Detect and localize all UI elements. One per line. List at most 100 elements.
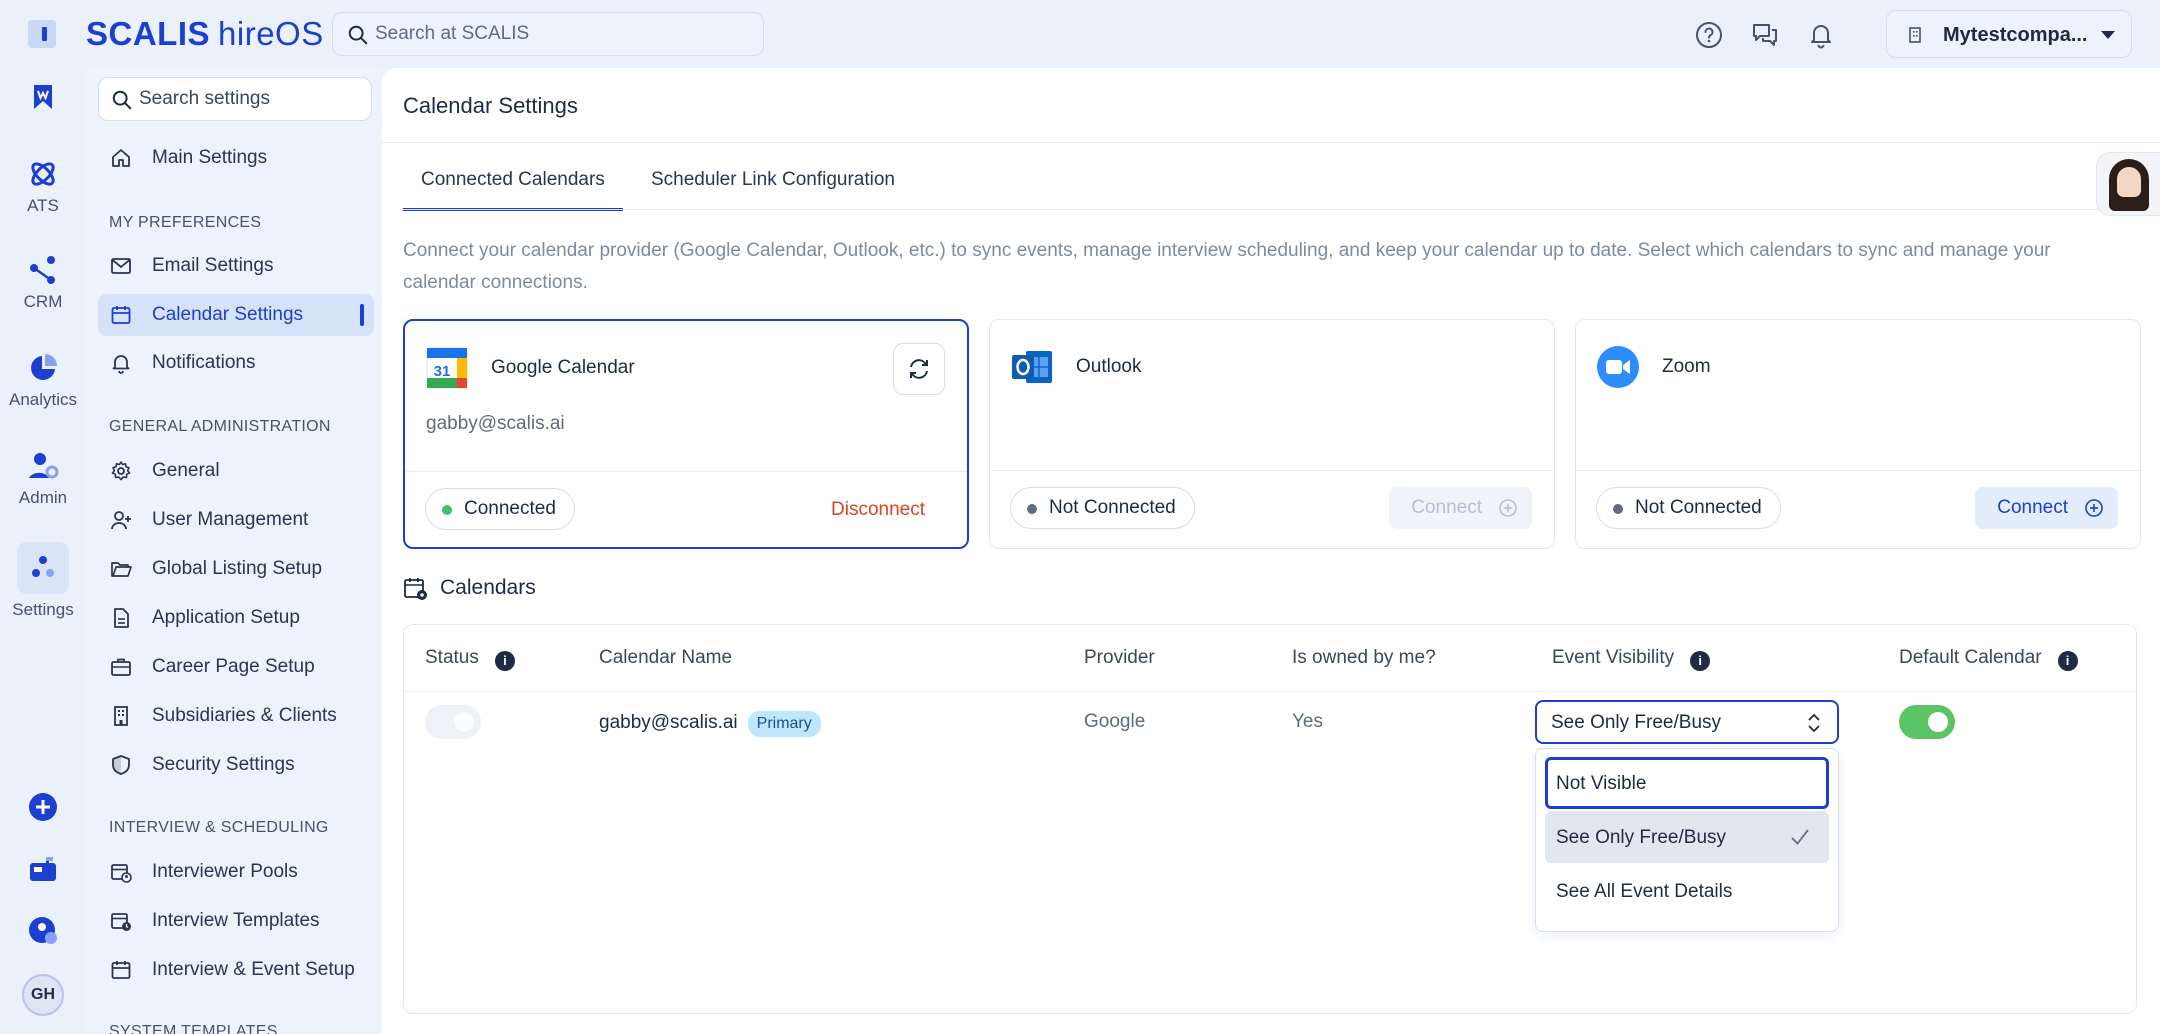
sidebar-item-interview-event-setup[interactable]: Interview & Event Setup (98, 949, 374, 991)
rail-label: CRM (23, 292, 63, 311)
network-icon (30, 256, 55, 284)
sidebar-item-notifications[interactable]: Notifications (98, 342, 374, 384)
app-rail: ATS CRM Analytics Admin Settings (0, 68, 86, 1034)
status-badge: Connected (425, 488, 575, 530)
sidebar-item-interviewer-pools[interactable]: Interviewer Pools (98, 851, 374, 893)
sidebar-item-calendar-settings[interactable]: Calendar Settings (98, 294, 374, 336)
sidebar-item-email-settings[interactable]: Email Settings (98, 245, 374, 287)
tab-connected-calendars[interactable]: Connected Calendars (403, 169, 623, 211)
status-toggle[interactable] (425, 705, 481, 739)
sidebar-item-user-management[interactable]: User Management (98, 499, 374, 541)
provider-card-google[interactable]: 31 Google Calendar gabby@scalis.ai Conne… (403, 319, 969, 549)
rail-item-crm[interactable]: CRM (0, 254, 86, 312)
zoom-icon (1597, 346, 1639, 388)
settings-search[interactable] (98, 77, 372, 121)
rail-item-ats[interactable]: ATS (0, 158, 86, 216)
chevron-up-down-icon (1808, 713, 1820, 733)
sidebar-item-interview-templates[interactable]: Interview Templates (98, 900, 374, 942)
user-gear-icon (29, 453, 59, 479)
event-visibility-dropdown: Not Visible See Only Free/Busy See All E… (1535, 748, 1839, 932)
global-search[interactable] (332, 12, 764, 56)
rail-label: ATS (27, 196, 59, 215)
top-bar: SCALIShireOS Mytestcompa... (0, 0, 2160, 68)
rail-label: Settings (12, 600, 74, 619)
option-see-only-free-busy[interactable]: See Only Free/Busy (1545, 811, 1829, 863)
sidebar-item-application-setup[interactable]: Application Setup (98, 597, 374, 639)
disconnect-button[interactable]: Disconnect (831, 499, 925, 521)
rail-item-inbox[interactable] (0, 854, 86, 884)
rail-label: Admin (18, 488, 68, 507)
status-badge: Not Connected (1010, 487, 1195, 529)
company-name: Mytestcompa... (1943, 24, 2088, 46)
provider-card-zoom[interactable]: Zoom Not Connected Connect (1575, 319, 2141, 549)
sidebar-item-security-settings[interactable]: Security Settings (98, 744, 374, 786)
brand-product: hireOS (218, 15, 324, 52)
tab-scheduler-link-configuration[interactable]: Scheduler Link Configuration (651, 169, 895, 211)
main-panel: Calendar Settings Connected Calendars Sc… (382, 68, 2160, 1034)
sidebar-item-subsidiaries-clients[interactable]: Subsidiaries & Clients (98, 695, 374, 737)
provider-name: Zoom (1662, 356, 1711, 377)
rail-item-analytics[interactable]: Analytics (0, 352, 86, 410)
briefcase-icon (111, 658, 131, 676)
event-visibility-select[interactable]: See Only Free/Busy (1535, 700, 1839, 744)
status-badge: Not Connected (1596, 487, 1781, 529)
home-icon (112, 149, 130, 167)
primary-badge: Primary (747, 711, 821, 737)
sidebar-item-label: Security Settings (152, 754, 295, 775)
column-header-default-calendar: Default Calendar i (1899, 647, 2078, 671)
info-icon[interactable]: i (1690, 651, 1711, 671)
google-calendar-icon: 31 (426, 347, 468, 389)
messages-icon[interactable] (1750, 20, 1780, 50)
rail-item-admin[interactable]: Admin (0, 450, 86, 508)
provider-card-outlook[interactable]: Outlook Not Connected Connect (989, 319, 1555, 549)
section-my-preferences: MY PREFERENCES (109, 214, 262, 231)
status-text: Not Connected (1635, 497, 1762, 518)
bookmark-icon (34, 85, 52, 109)
connect-button-zoom[interactable]: Connect (1975, 487, 2118, 529)
outlook-icon (1012, 351, 1052, 383)
rail-item-bookmarks[interactable] (0, 82, 86, 112)
connect-button-outlook[interactable]: Connect (1389, 487, 1532, 529)
toggle-knob (1928, 712, 1948, 732)
sidebar-item-label: Interview Templates (152, 910, 320, 931)
divider (1576, 470, 2140, 471)
rail-item-profile[interactable] (0, 916, 86, 946)
rail-item-settings[interactable]: Settings (0, 542, 86, 620)
company-switcher[interactable]: Mytestcompa... (1886, 10, 2132, 58)
section-system-templates: SYSTEM TEMPLATES (109, 1023, 278, 1034)
brand-logo[interactable]: SCALIS hireOS (86, 15, 324, 53)
provider-cell: Google (1084, 711, 1146, 732)
notifications-bell-icon[interactable] (1806, 20, 1836, 50)
info-icon[interactable]: i (2057, 651, 2078, 671)
connect-label: Connect (1997, 497, 2068, 518)
sidebar-toggle-icon[interactable] (28, 20, 56, 48)
info-icon[interactable]: i (494, 651, 515, 671)
default-calendar-toggle[interactable] (1899, 705, 1955, 739)
option-not-visible[interactable]: Not Visible (1545, 757, 1829, 809)
calendar-user-icon (111, 864, 132, 883)
sidebar-item-label: Calendar Settings (152, 304, 304, 325)
help-icon[interactable] (1694, 20, 1724, 50)
search-icon (348, 25, 368, 45)
sidebar-item-global-listing-setup[interactable]: Global Listing Setup (98, 548, 374, 590)
rail-item-create[interactable] (0, 792, 86, 822)
sidebar-item-label: Main Settings (152, 147, 268, 168)
user-avatar[interactable]: GH (22, 974, 64, 1016)
section-general-administration: GENERAL ADMINISTRATION (109, 418, 331, 435)
sidebar-item-label: Application Setup (152, 607, 300, 628)
plus-circle-icon (2085, 499, 2103, 517)
option-see-all-event-details[interactable]: See All Event Details (1545, 865, 1829, 917)
refresh-button[interactable] (893, 343, 945, 395)
calendar-name-cell: gabby@scalis.ai Primary (599, 711, 821, 737)
sidebar-item-career-page-setup[interactable]: Career Page Setup (98, 646, 374, 688)
settings-search-input[interactable] (139, 84, 364, 114)
pie-chart-icon (31, 354, 57, 380)
sidebar-item-general[interactable]: General (98, 450, 374, 492)
assistant-avatar-button[interactable] (2096, 152, 2160, 216)
search-icon (112, 90, 132, 110)
calendar-settings-icon (404, 578, 427, 600)
global-search-input[interactable] (375, 19, 745, 49)
section-interview-scheduling: INTERVIEW & SCHEDULING (109, 819, 329, 836)
sidebar-item-main-settings[interactable]: Main Settings (98, 137, 374, 179)
shield-icon (112, 755, 130, 775)
